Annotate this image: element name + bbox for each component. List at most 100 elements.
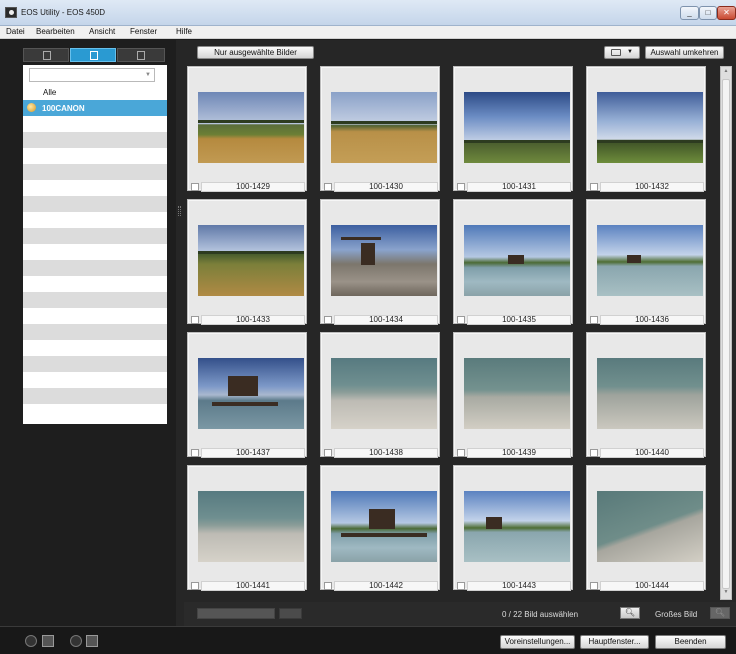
folder-tab-icon bbox=[90, 51, 98, 60]
scroll-thumb[interactable] bbox=[722, 79, 730, 589]
image-browser: Nur ausgewählte Bilder ▼ Auswahl umkehre… bbox=[184, 40, 736, 626]
select-checkbox[interactable] bbox=[590, 316, 598, 324]
thumbnail-label: 100-1434 bbox=[334, 315, 438, 325]
thumbnail-image bbox=[331, 92, 437, 163]
thumbnail-tile[interactable]: 100-1430 bbox=[320, 66, 440, 192]
thumbnail-size-slider[interactable] bbox=[197, 608, 275, 619]
select-checkbox[interactable] bbox=[191, 183, 199, 191]
select-checkbox[interactable] bbox=[191, 582, 199, 590]
folder-icon bbox=[27, 103, 36, 112]
thumbnail-tile[interactable]: 100-1434 bbox=[320, 199, 440, 325]
thumbnail-image bbox=[198, 358, 304, 429]
menu-bar: Datei Bearbeiten Ansicht Fenster Hilfe bbox=[0, 26, 736, 39]
thumbnail-image bbox=[198, 225, 304, 296]
list-row bbox=[23, 324, 167, 340]
select-checkbox[interactable] bbox=[590, 449, 598, 457]
list-row bbox=[23, 164, 167, 180]
select-checkbox[interactable] bbox=[457, 449, 465, 457]
selection-count: 0 / 22 Bild auswählen bbox=[502, 610, 579, 619]
menu-help[interactable]: Hilfe bbox=[176, 27, 192, 36]
menu-edit[interactable]: Bearbeiten bbox=[36, 27, 75, 36]
select-checkbox[interactable] bbox=[324, 449, 332, 457]
magnifier-icon[interactable]: 🔍︎ bbox=[620, 607, 640, 619]
select-checkbox[interactable] bbox=[191, 449, 199, 457]
main-window-button[interactable]: Hauptfenster... bbox=[580, 635, 649, 649]
preferences-button[interactable]: Voreinstellungen... bbox=[500, 635, 575, 649]
scroll-up-icon[interactable]: ▲ bbox=[722, 68, 730, 77]
thumbnail-tile[interactable]: 100-1432 bbox=[586, 66, 706, 192]
thumbnail-image bbox=[464, 491, 570, 562]
tab-camera[interactable] bbox=[23, 48, 69, 62]
thumbnail-label: 100-1440 bbox=[600, 448, 704, 458]
select-checkbox[interactable] bbox=[457, 183, 465, 191]
thumbnail-tile[interactable]: 100-1444 bbox=[586, 465, 706, 591]
folder-item-100canon[interactable]: 100CANON bbox=[23, 100, 167, 116]
folder-item-label: 100CANON bbox=[42, 104, 85, 113]
menu-window[interactable]: Fenster bbox=[130, 27, 157, 36]
thumbnail-tile[interactable]: 100-1431 bbox=[453, 66, 573, 192]
select-checkbox[interactable] bbox=[590, 183, 598, 191]
select-checkbox[interactable] bbox=[590, 582, 598, 590]
camera-status-icon[interactable] bbox=[25, 635, 37, 647]
settings-status-icon[interactable] bbox=[70, 635, 82, 647]
maximize-button[interactable]: □ bbox=[699, 6, 717, 20]
chevron-down-icon: ▼ bbox=[627, 49, 633, 55]
quarry-machine bbox=[361, 243, 375, 265]
thumbnail-label: 100-1444 bbox=[600, 581, 704, 591]
close-button[interactable]: ✕ bbox=[717, 6, 736, 20]
remote-shooting-icon[interactable] bbox=[42, 635, 54, 647]
thumbnail-tile[interactable]: 100-1439 bbox=[453, 332, 573, 458]
invert-selection-button[interactable]: Auswahl umkehren bbox=[645, 46, 724, 59]
memory-card-tab-icon bbox=[137, 51, 145, 60]
list-row bbox=[23, 388, 167, 404]
list-row bbox=[23, 196, 167, 212]
select-checkbox[interactable] bbox=[324, 316, 332, 324]
transfer-icon[interactable] bbox=[86, 635, 98, 647]
thumbnail-label: 100-1435 bbox=[467, 315, 571, 325]
menu-view[interactable]: Ansicht bbox=[89, 27, 115, 36]
only-selected-images-button[interactable]: Nur ausgewählte Bilder bbox=[197, 46, 314, 59]
thumbnail-image bbox=[331, 225, 437, 296]
minimize-button[interactable]: _ bbox=[680, 6, 699, 20]
select-checkbox[interactable] bbox=[324, 582, 332, 590]
thumbnail-tile[interactable]: 100-1438 bbox=[320, 332, 440, 458]
magnifier-disabled-icon[interactable]: 🔍︎ bbox=[710, 607, 730, 619]
select-checkbox[interactable] bbox=[457, 316, 465, 324]
thumbnail-tile[interactable]: 100-1436 bbox=[586, 199, 706, 325]
panel-splitter[interactable] bbox=[176, 40, 184, 626]
panel-tabs bbox=[23, 48, 167, 62]
thumbnail-image bbox=[198, 491, 304, 562]
camera-app-icon bbox=[5, 7, 17, 18]
list-row bbox=[23, 228, 167, 244]
thumbnail-label: 100-1443 bbox=[467, 581, 571, 591]
menu-file[interactable]: Datei bbox=[6, 27, 25, 36]
thumbnail-tile[interactable]: 100-1441 bbox=[187, 465, 307, 591]
thumbnail-tile[interactable]: 100-1435 bbox=[453, 199, 573, 325]
dredger bbox=[627, 255, 641, 263]
barge bbox=[212, 402, 278, 406]
thumbnail-tile[interactable]: 100-1433 bbox=[187, 199, 307, 325]
thumbnail-tile[interactable]: 100-1443 bbox=[453, 465, 573, 591]
thumbnail-tile[interactable]: 100-1440 bbox=[586, 332, 706, 458]
thumbnail-label: 100-1432 bbox=[600, 182, 704, 192]
tab-folders[interactable] bbox=[70, 48, 116, 62]
quit-button[interactable]: Beenden bbox=[655, 635, 726, 649]
thumbnail-tile[interactable]: 100-1442 bbox=[320, 465, 440, 591]
select-checkbox[interactable] bbox=[457, 582, 465, 590]
thumbnail-image bbox=[597, 491, 703, 562]
scroll-down-icon[interactable]: ▼ bbox=[722, 589, 730, 598]
browser-bottom-bar: 0 / 22 Bild auswählen 🔍︎ Großes Bild 🔍︎ bbox=[184, 602, 736, 626]
select-checkbox[interactable] bbox=[191, 316, 199, 324]
thumbnail-label: 100-1438 bbox=[334, 448, 438, 458]
tab-memory-card[interactable] bbox=[117, 48, 165, 62]
folder-all[interactable]: Alle bbox=[43, 88, 56, 97]
folder-panel: ▼ Alle 100CANON bbox=[0, 40, 176, 626]
folder-filter-dropdown[interactable]: ▼ bbox=[29, 68, 155, 82]
thumbnail-tile[interactable]: 100-1429 bbox=[187, 66, 307, 192]
tools-dropdown-button[interactable]: ▼ bbox=[604, 46, 640, 59]
select-checkbox[interactable] bbox=[324, 183, 332, 191]
large-image-label[interactable]: Großes Bild bbox=[655, 610, 697, 619]
thumbnail-tile[interactable]: 100-1437 bbox=[187, 332, 307, 458]
vertical-scrollbar[interactable]: ▲ ▼ bbox=[720, 66, 732, 600]
slider-button[interactable] bbox=[279, 608, 302, 619]
